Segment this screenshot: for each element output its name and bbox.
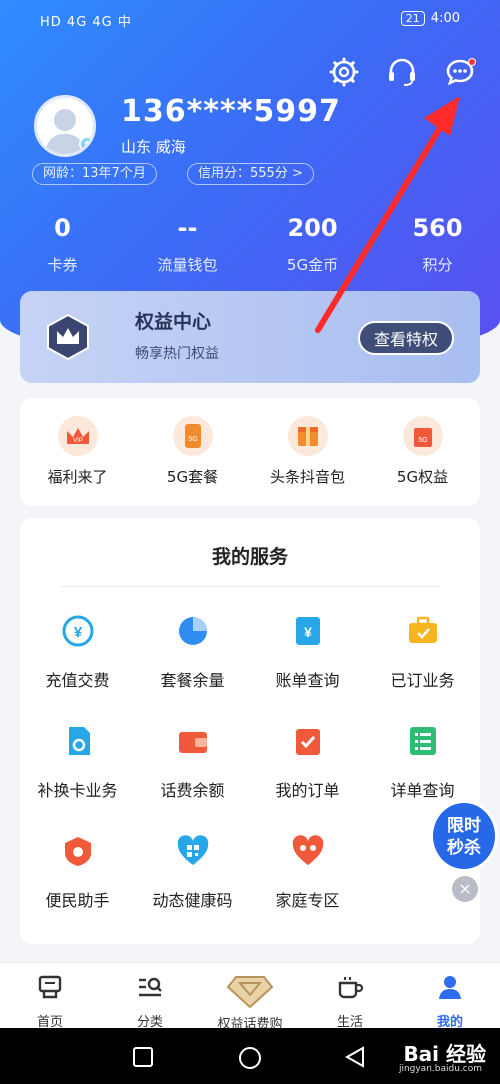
stats-row: 0 卡券 -- 流量钱包 200 5G金币 560 积分 bbox=[0, 214, 500, 275]
battery-icon: 21 bbox=[400, 11, 425, 26]
headset-icon bbox=[389, 58, 415, 86]
tab-home[interactable]: 首页 bbox=[0, 963, 100, 1030]
quick-entries: VIP 福利来了 5G 5G套餐 头条抖音包 5G 5G权益 bbox=[20, 398, 480, 506]
quick-5g-plan[interactable]: 5G 5G套餐 bbox=[135, 398, 250, 506]
flash-sale-close-button[interactable]: × bbox=[452, 876, 478, 902]
benefit-center-card[interactable]: 权益中心 畅享热门权益 查看特权 bbox=[20, 291, 480, 383]
flash-sale-badge[interactable]: 限时 秒杀 bbox=[430, 800, 498, 872]
customer-service-button[interactable] bbox=[384, 54, 420, 90]
service-fee-balance[interactable]: 话费余额 bbox=[135, 723, 250, 800]
back-triangle-icon[interactable] bbox=[344, 1046, 366, 1068]
service-sim-replace[interactable]: 补换卡业务 bbox=[20, 723, 135, 800]
avatar[interactable]: ★ bbox=[34, 95, 96, 157]
avatar-badge-icon: ★ bbox=[79, 136, 93, 152]
quick-5g-benefits[interactable]: 5G 5G权益 bbox=[365, 398, 480, 506]
unread-dot bbox=[468, 58, 476, 66]
quick-toutiao-douyin[interactable]: 头条抖音包 bbox=[250, 398, 365, 506]
bottom-tab-bar: 首页 分类 权益话费购 生活 我的 bbox=[0, 962, 500, 1032]
gift-box-icon bbox=[287, 416, 328, 456]
service-convenience[interactable]: 便民助手 bbox=[20, 833, 135, 910]
service-detail-query[interactable]: 详单查询 bbox=[365, 723, 480, 800]
pie-chart-icon bbox=[178, 617, 207, 645]
stat-points[interactable]: 560 积分 bbox=[375, 214, 500, 275]
settings-button[interactable] bbox=[326, 54, 362, 90]
svg-text:¥: ¥ bbox=[73, 624, 82, 641]
service-my-orders[interactable]: 我的订单 bbox=[250, 723, 365, 800]
tab-category[interactable]: 分类 bbox=[100, 963, 200, 1030]
vip-crown-icon: VIP bbox=[57, 416, 98, 456]
service-health-code[interactable]: 动态健康码 bbox=[135, 833, 250, 910]
service-subscribed[interactable]: 已订业务 bbox=[365, 613, 480, 690]
heart-qr-icon bbox=[177, 835, 208, 865]
gear-icon bbox=[329, 57, 359, 87]
credit-score-pill[interactable]: 信用分：555分 > bbox=[187, 163, 314, 185]
bill-icon: ¥ bbox=[295, 617, 320, 645]
view-privileges-button[interactable]: 查看特权 bbox=[357, 321, 454, 355]
svg-text:VIP: VIP bbox=[73, 438, 83, 444]
quick-welfare[interactable]: VIP 福利来了 bbox=[20, 398, 135, 506]
header-actions bbox=[326, 54, 478, 90]
stat-data-wallet[interactable]: -- 流量钱包 bbox=[125, 214, 250, 275]
diamond-icon bbox=[226, 976, 274, 1009]
tab-benefit-purchase[interactable]: 权益话费购 bbox=[200, 963, 300, 1032]
5g-gift-icon: 5G bbox=[402, 416, 443, 456]
divider bbox=[60, 586, 440, 587]
network-age-pill[interactable]: 网龄：13年7个月 bbox=[32, 163, 157, 185]
benefit-title: 权益中心 bbox=[135, 311, 212, 333]
category-search-icon bbox=[139, 977, 162, 997]
5g-phone-icon: 5G bbox=[172, 416, 213, 456]
family-heart-icon bbox=[292, 835, 323, 865]
wallet-icon bbox=[178, 732, 207, 753]
status-signal: HD 4G 4G 中 bbox=[40, 15, 132, 30]
svg-text:5G: 5G bbox=[418, 437, 427, 444]
tab-life[interactable]: 生活 bbox=[300, 963, 400, 1030]
status-bar: HD 4G 4G 中 21 4:00 bbox=[0, 0, 500, 40]
service-bill-query[interactable]: ¥ 账单查询 bbox=[250, 613, 365, 690]
order-clipboard-icon bbox=[295, 729, 320, 755]
helper-badge-icon bbox=[64, 837, 91, 866]
my-services-card: 我的服务 ¥ 充值交费 套餐余量 ¥ 账单查询 已订业务 补换卡业务 话费余额 bbox=[20, 518, 480, 944]
user-region: 山东 威海 bbox=[121, 138, 186, 156]
service-recharge[interactable]: ¥ 充值交费 bbox=[20, 613, 135, 690]
user-phone: 136****5997 bbox=[121, 94, 341, 129]
baidu-watermark: Bai 经验 jingyan.baidu.com bbox=[398, 1042, 486, 1074]
status-right: 21 4:00 bbox=[400, 11, 460, 26]
status-time: 4:00 bbox=[430, 11, 460, 26]
home-circle-icon[interactable] bbox=[238, 1046, 262, 1070]
stat-coupons[interactable]: 0 卡券 bbox=[0, 214, 125, 275]
list-icon bbox=[409, 727, 436, 755]
messages-button[interactable] bbox=[442, 54, 478, 90]
sim-card-icon bbox=[68, 727, 90, 755]
crown-shield-icon bbox=[47, 313, 89, 361]
svg-text:¥: ¥ bbox=[304, 624, 312, 640]
user-profile-icon bbox=[439, 976, 461, 999]
services-title: 我的服务 bbox=[211, 546, 288, 568]
coffee-cup-icon bbox=[338, 977, 364, 999]
service-family-zone[interactable]: 家庭专区 bbox=[250, 833, 365, 910]
yuan-recharge-icon: ¥ bbox=[62, 615, 93, 647]
benefit-subtitle: 畅享热门权益 bbox=[135, 346, 219, 362]
stat-5g-coins[interactable]: 200 5G金币 bbox=[250, 214, 375, 275]
home-icon bbox=[38, 975, 62, 999]
tab-mine[interactable]: 我的 bbox=[400, 963, 500, 1030]
briefcase-icon bbox=[408, 616, 437, 643]
svg-text:5G: 5G bbox=[188, 436, 197, 443]
recents-icon[interactable] bbox=[132, 1046, 154, 1068]
service-plan-balance[interactable]: 套餐余量 bbox=[135, 613, 250, 690]
